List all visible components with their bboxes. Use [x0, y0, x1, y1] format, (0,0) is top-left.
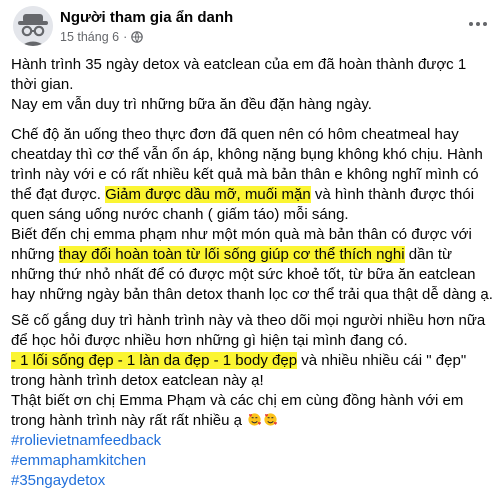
text-line: những thay đổi hoàn toàn từ lối sống giú…	[11, 245, 493, 265]
text-line: trình này với e có rất nhiều kết quả mà …	[11, 166, 479, 183]
text-line: những thứ nhỏ nhất để có được một sức kh…	[11, 266, 476, 283]
paragraph-results: Chế độ ăn uống theo thực đơn đã quen nên…	[11, 125, 493, 305]
post-header: Người tham gia ẩn danh 15 tháng 6 ·	[13, 6, 493, 48]
text-segment: và hình thành được thói	[310, 186, 475, 203]
highlighted-text: Giảm được dầu mỡ, muối mặn	[105, 186, 311, 203]
paragraph-intro: Hành trình 35 ngày detox và eatclean của…	[11, 55, 493, 115]
post-date[interactable]: 15 tháng 6	[60, 30, 119, 44]
text-line: trong hành trình này rất rất nhiều ạ	[11, 411, 493, 431]
text-line: để học hỏi được nhiều hơn những gì hiện …	[11, 332, 408, 349]
text-segment: những	[11, 246, 59, 263]
hashtag-list: #rolievietnamfeedback #emmaphamkitchen #…	[11, 431, 493, 491]
text-line: hay những ngày bản thân detox thanh lọc …	[11, 286, 493, 303]
text-line: cheatday thì cơ thể vẫn ổn áp, không nặn…	[11, 146, 483, 163]
text-line: thể đạt được. Giảm được dầu mỡ, muối mặn…	[11, 185, 493, 205]
post-meta: 15 tháng 6 ·	[60, 30, 144, 44]
hashtag-link[interactable]: #rolievietnamfeedback	[11, 431, 493, 451]
post-author[interactable]: Người tham gia ẩn danh	[60, 9, 233, 26]
paragraph-commitment: Sẽ cố gắng duy trì hành trình này và the…	[11, 311, 493, 431]
text-line: trong hành trình detox eatclean này ạ!	[11, 372, 264, 389]
text-line: Thật biết ơn chị Emma Phạm và các chị em…	[11, 392, 464, 409]
highlighted-text: thay đổi hoàn toàn từ lối sống giúp cơ t…	[58, 246, 405, 263]
text-segment: dần từ	[404, 246, 453, 263]
meta-separator: ·	[123, 30, 128, 44]
text-line: Biết đến chị emma phạm như một món quà m…	[11, 226, 472, 243]
text-line: thời gian.	[11, 76, 74, 93]
highlighted-text: - 1 lối sống đẹp - 1 làn da đẹp - 1 body…	[11, 352, 298, 369]
text-segment: và nhiều nhiều cái " đẹp"	[297, 352, 467, 369]
text-line: - 1 lối sống đẹp - 1 làn da đẹp - 1 body…	[11, 351, 493, 371]
text-segment: thể đạt được.	[11, 186, 106, 203]
hashtag-link[interactable]: #emmaphamkitchen	[11, 451, 493, 471]
text-line: Hành trình 35 ngày detox và eatclean của…	[11, 56, 467, 73]
text-line: Sẽ cố gắng duy trì hành trình này và the…	[11, 312, 486, 329]
text-line: quen sáng uống nước chanh ( giấm táo) mỗ…	[11, 206, 349, 223]
more-options-icon[interactable]	[463, 12, 493, 36]
text-segment: trong hành trình này rất rất nhiều ạ	[11, 412, 242, 429]
anonymous-avatar-icon[interactable]	[13, 6, 53, 46]
smiling-face-with-hearts-icon	[248, 413, 262, 426]
smiling-face-with-hearts-icon	[264, 413, 278, 426]
globe-icon	[131, 31, 144, 43]
text-line: Chế độ ăn uống theo thực đơn đã quen nên…	[11, 126, 459, 143]
post-body: Hành trình 35 ngày detox và eatclean của…	[11, 55, 493, 491]
hashtag-link[interactable]: #35ngaydetox	[11, 471, 493, 491]
text-line: Nay em vẫn duy trì những bữa ăn đều đặn …	[11, 96, 372, 113]
